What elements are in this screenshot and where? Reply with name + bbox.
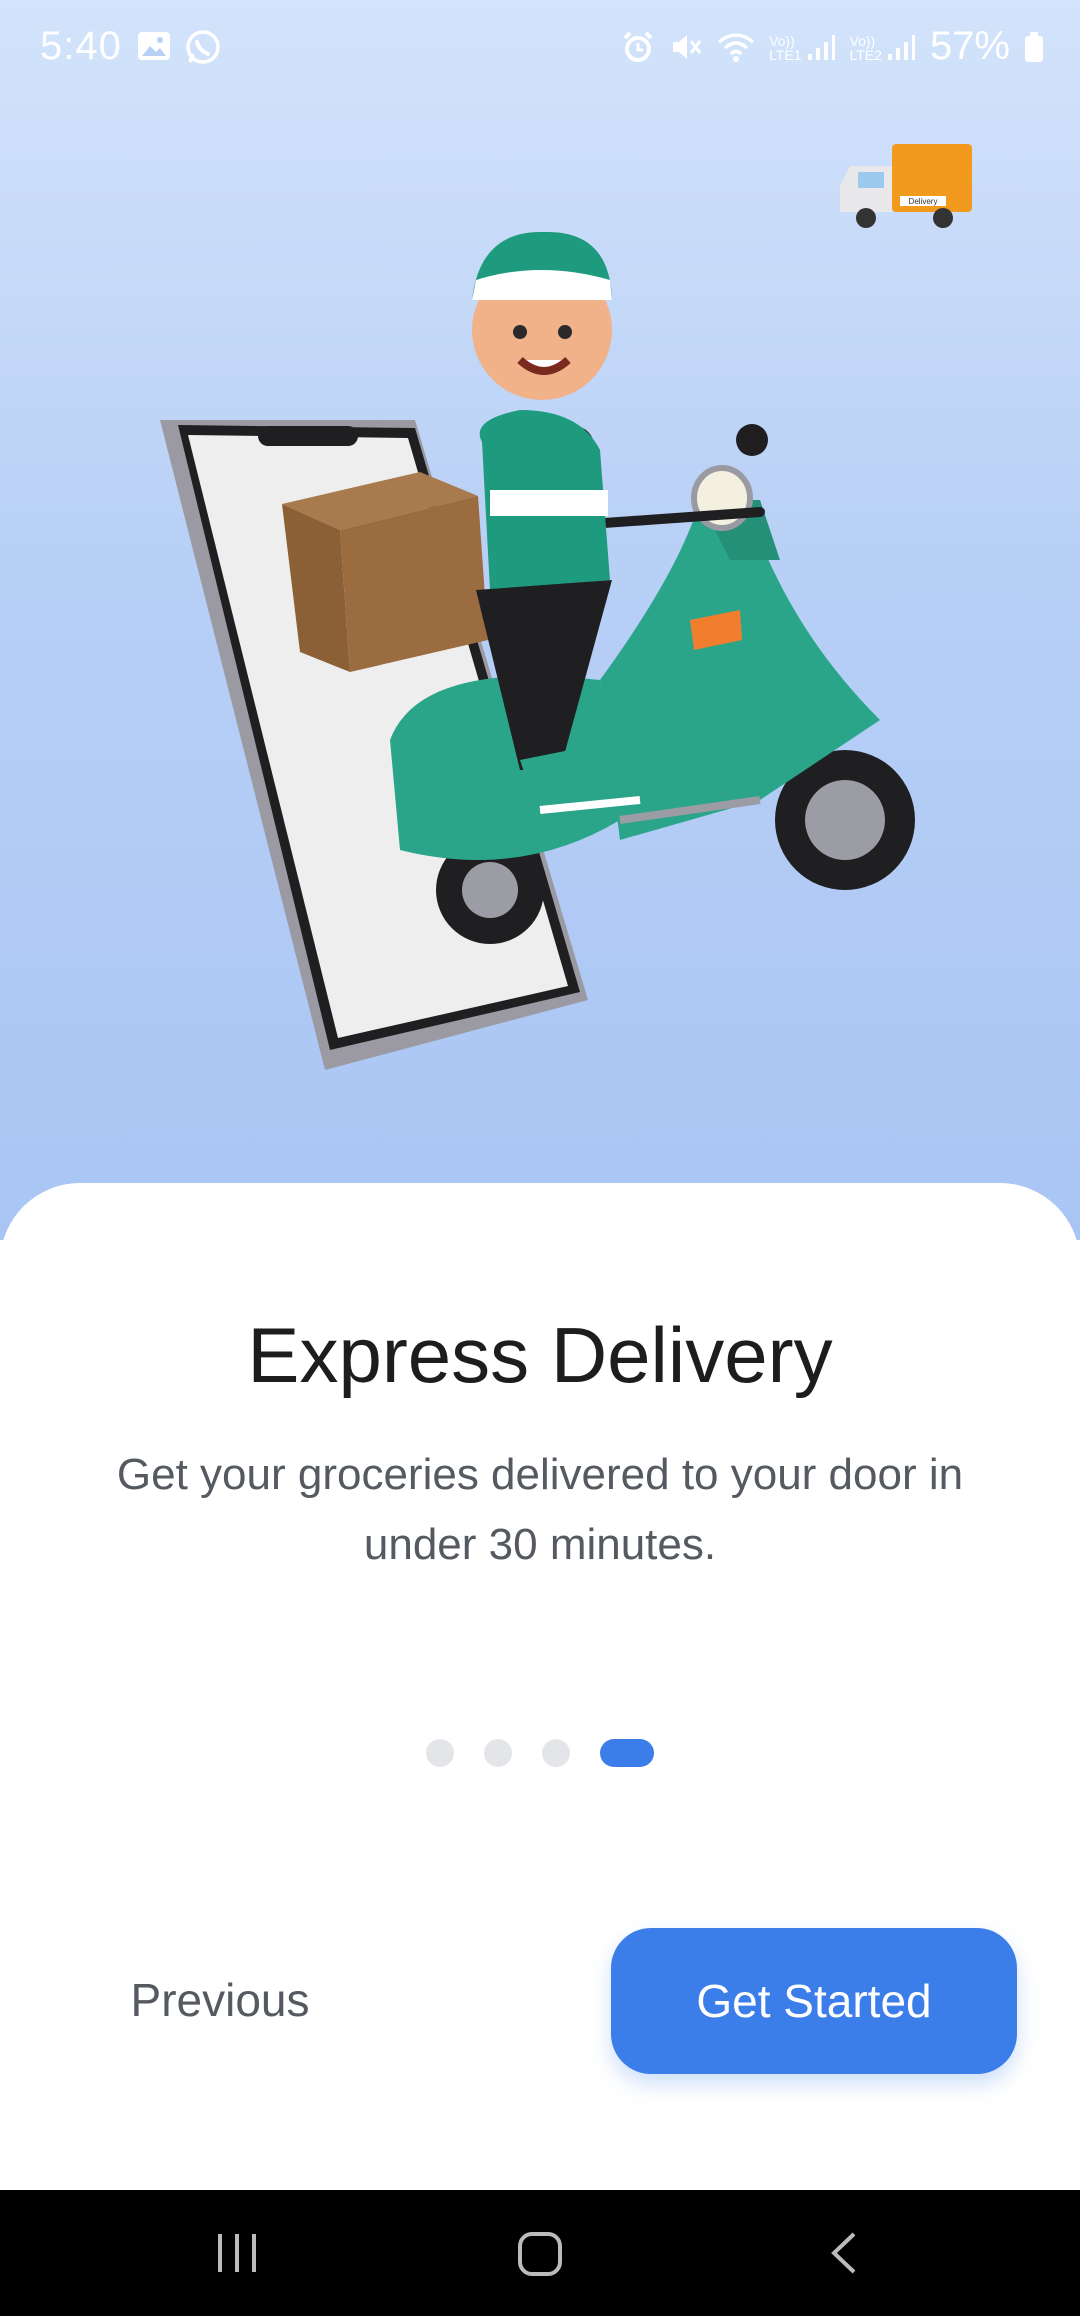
battery-icon xyxy=(1024,31,1044,63)
image-icon xyxy=(136,28,172,76)
signal-icon: Vo)) LTE2 xyxy=(850,32,916,62)
previous-button[interactable]: Previous xyxy=(100,1960,340,2040)
whatsapp-icon xyxy=(184,28,222,76)
page-dot-active[interactable] xyxy=(600,1739,654,1767)
home-icon[interactable] xyxy=(516,2228,564,2283)
recent-apps-icon[interactable] xyxy=(214,2228,260,2283)
signal-icon: Vo)) LTE1 xyxy=(769,32,835,62)
wifi-icon xyxy=(717,30,755,64)
battery-percent: 57% xyxy=(929,24,1010,68)
status-time: 5:40 xyxy=(40,24,122,68)
back-icon[interactable] xyxy=(824,2228,864,2283)
mute-icon xyxy=(669,30,703,64)
status-bar: 5:40 Vo)) LTE1 Vo)) LTE2 57% xyxy=(0,0,1080,96)
page-subtitle: Get your groceries delivered to your doo… xyxy=(116,1450,964,1569)
page-dot[interactable] xyxy=(426,1739,454,1767)
box-illustration xyxy=(282,472,488,672)
page-dot[interactable] xyxy=(484,1739,512,1767)
page-indicator xyxy=(0,1739,1080,1767)
alarm-icon xyxy=(621,30,655,64)
get-started-button[interactable]: Get Started xyxy=(611,1928,1017,2074)
truck-icon: Delivery xyxy=(840,144,972,228)
delivery-illustration: Delivery xyxy=(160,144,972,1070)
navigation-bar xyxy=(0,2190,1080,2316)
svg-text:Delivery: Delivery xyxy=(909,197,938,206)
page-title: Express Delivery xyxy=(247,1311,833,1399)
page-dot[interactable] xyxy=(542,1739,570,1767)
